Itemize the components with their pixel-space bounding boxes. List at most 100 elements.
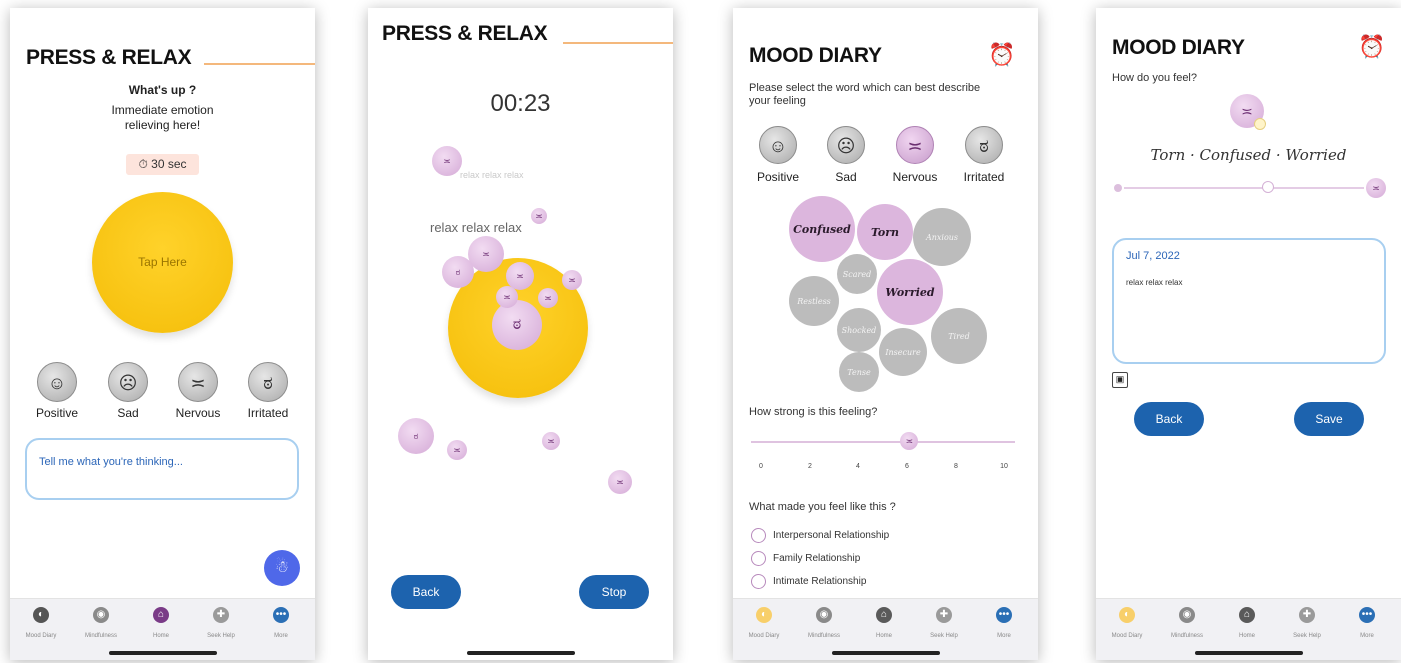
cause-radio[interactable]	[751, 574, 766, 589]
nav-seek-help[interactable]: ✚ Seek Help	[916, 607, 972, 639]
positive-face-icon[interactable]: ☺	[759, 126, 797, 164]
home-indicator	[1194, 651, 1303, 655]
alarm-clock-icon[interactable]: ⏰	[988, 42, 1015, 68]
sad-face-icon[interactable]: ☹	[827, 126, 865, 164]
irritated-face-icon[interactable]: ಠ	[248, 362, 288, 402]
title-underline	[204, 63, 315, 65]
lifebuoy-icon: ✚	[213, 607, 229, 623]
moon-icon: ◐	[756, 607, 772, 623]
thought-input[interactable]: Tell me what you're thinking...	[25, 438, 299, 500]
selected-feelings: Torn · Confused · Worried	[1150, 146, 1347, 164]
nervous-face-icon[interactable]: ≍	[896, 126, 934, 164]
nervous-face-icon: ≍	[496, 286, 518, 308]
entry-date: Jul 7, 2022	[1126, 250, 1180, 262]
back-button[interactable]: Back	[1134, 402, 1204, 436]
nav-home[interactable]: ⌂ Home	[856, 607, 912, 639]
save-button[interactable]: Save	[1294, 402, 1364, 436]
cause-label: Intimate Relationship	[773, 576, 867, 587]
intensity-slider[interactable]	[1124, 187, 1364, 189]
feeling-tense[interactable]: Tense	[839, 352, 879, 392]
moon-icon: ◐	[1119, 607, 1135, 623]
stop-button[interactable]: Stop	[579, 575, 649, 609]
press-relax-active-screen: PRESS & RELAX 00:23 ≍ relax relax relax …	[368, 8, 673, 660]
mindfulness-icon: ◉	[816, 607, 832, 623]
home-icon: ⌂	[153, 607, 169, 623]
tick-label: 8	[954, 463, 958, 470]
slider-thumb-face-icon[interactable]: ≍	[900, 432, 919, 450]
nav-seek-help[interactable]: ✚ Seek Help	[193, 607, 249, 639]
nav-more[interactable]: ••• More	[253, 607, 309, 639]
feeling-prompt: Please select the word which can best de…	[749, 82, 981, 107]
mood-diary-screen: MOOD DIARY ⏰ Please select the word whic…	[733, 8, 1038, 660]
home-indicator	[108, 651, 217, 655]
mood-label-nervous: Nervous	[892, 170, 938, 184]
strength-slider[interactable]	[751, 441, 1015, 443]
mood-label-irritated: Irritated	[247, 406, 289, 420]
thought-placeholder: Tell me what you're thinking...	[39, 456, 183, 468]
cause-label: Interpersonal Relationship	[773, 530, 890, 541]
back-button[interactable]: Back	[391, 575, 461, 609]
cause-radio[interactable]	[751, 551, 766, 566]
feeling-anxious[interactable]: Anxious	[913, 208, 971, 266]
nav-mood-diary[interactable]: ◐ Mood Diary	[13, 607, 69, 639]
feeling-tired[interactable]: Tired	[931, 308, 987, 364]
feeling-insecure[interactable]: Insecure	[879, 328, 927, 376]
nav-home[interactable]: ⌂ Home	[133, 607, 189, 639]
nervous-face-icon: ≍	[531, 208, 547, 224]
countdown-timer: 00:23	[490, 90, 551, 117]
nav-more[interactable]: ••• More	[1339, 607, 1395, 639]
relax-text: relax relax relax	[430, 220, 522, 235]
home-icon: ⌂	[876, 607, 892, 623]
feeling-confused[interactable]: Confused	[789, 196, 855, 262]
mood-label-irritated: Irritated	[963, 170, 1005, 184]
alarm-clock-icon[interactable]: ⏰	[1358, 34, 1385, 60]
slider-thumb[interactable]	[1262, 181, 1274, 193]
nav-more[interactable]: ••• More	[976, 607, 1032, 639]
sad-face-icon[interactable]: ☹	[108, 362, 148, 402]
mood-label-nervous: Nervous	[175, 406, 221, 420]
nav-mindfulness[interactable]: ◉ Mindfulness	[73, 607, 129, 639]
irritated-face-icon[interactable]: ಠ	[965, 126, 1003, 164]
feeling-prompt: How do you feel?	[1112, 72, 1197, 84]
nervous-face-icon: ≍	[608, 470, 632, 494]
lifebuoy-icon: ✚	[936, 607, 952, 623]
nav-seek-help[interactable]: ✚ Seek Help	[1279, 607, 1335, 639]
nav-mood-diary[interactable]: ◐ Mood Diary	[1099, 607, 1155, 639]
cause-radio[interactable]	[751, 528, 766, 543]
nav-home[interactable]: ⌂ Home	[1219, 607, 1275, 639]
chatbot-icon[interactable]: ☃	[264, 550, 300, 586]
nervous-face-icon: ≍	[542, 432, 560, 450]
home-indicator	[466, 651, 575, 655]
feeling-shocked[interactable]: Shocked	[837, 308, 881, 352]
page-title: PRESS & RELAX	[382, 22, 548, 45]
positive-face-icon[interactable]: ☺	[37, 362, 77, 402]
timer-badge: ⏱ 30 sec	[126, 154, 199, 175]
moon-icon: ◐	[33, 607, 49, 623]
mindfulness-icon: ◉	[93, 607, 109, 623]
image-attach-icon[interactable]: ▣	[1112, 372, 1128, 388]
nervous-face-icon: ≍	[562, 270, 582, 290]
feeling-worried[interactable]: Worried	[877, 259, 943, 325]
feeling-restless[interactable]: Restless	[789, 276, 839, 326]
nav-mindfulness[interactable]: ◉ Mindfulness	[1159, 607, 1215, 639]
home-icon: ⌂	[1239, 607, 1255, 623]
feeling-torn[interactable]: Torn	[857, 204, 913, 260]
mood-label-positive: Positive	[35, 406, 79, 420]
tap-here-button[interactable]: Tap Here	[92, 192, 233, 333]
nav-mood-diary[interactable]: ◐ Mood Diary	[736, 607, 792, 639]
bottom-nav: ◐ Mood Diary ◉ Mindfulness ⌂ Home ✚ Seek…	[1096, 598, 1401, 660]
feeling-scared[interactable]: Scared	[837, 254, 877, 294]
entry-text: relax relax relax	[1126, 278, 1183, 287]
heading: What's up ?	[128, 83, 197, 97]
more-icon: •••	[273, 607, 289, 623]
bottom-nav: ◐ Mood Diary ◉ Mindfulness ⌂ Home ✚ Seek…	[10, 598, 315, 660]
nervous-face-icon: ≍	[468, 236, 504, 272]
nervous-face-icon[interactable]: ≍	[178, 362, 218, 402]
diary-entry-input[interactable]: Jul 7, 2022 relax relax relax	[1112, 238, 1386, 364]
mood-diary-entry-screen: MOOD DIARY ⏰ How do you feel? ≍ Torn · C…	[1096, 8, 1401, 660]
bottom-nav: ◐ Mood Diary ◉ Mindfulness ⌂ Home ✚ Seek…	[733, 598, 1038, 660]
nervous-face-icon: ≍	[447, 440, 467, 460]
edit-badge-icon[interactable]	[1254, 118, 1266, 130]
mindfulness-icon: ◉	[1179, 607, 1195, 623]
nav-mindfulness[interactable]: ◉ Mindfulness	[796, 607, 852, 639]
